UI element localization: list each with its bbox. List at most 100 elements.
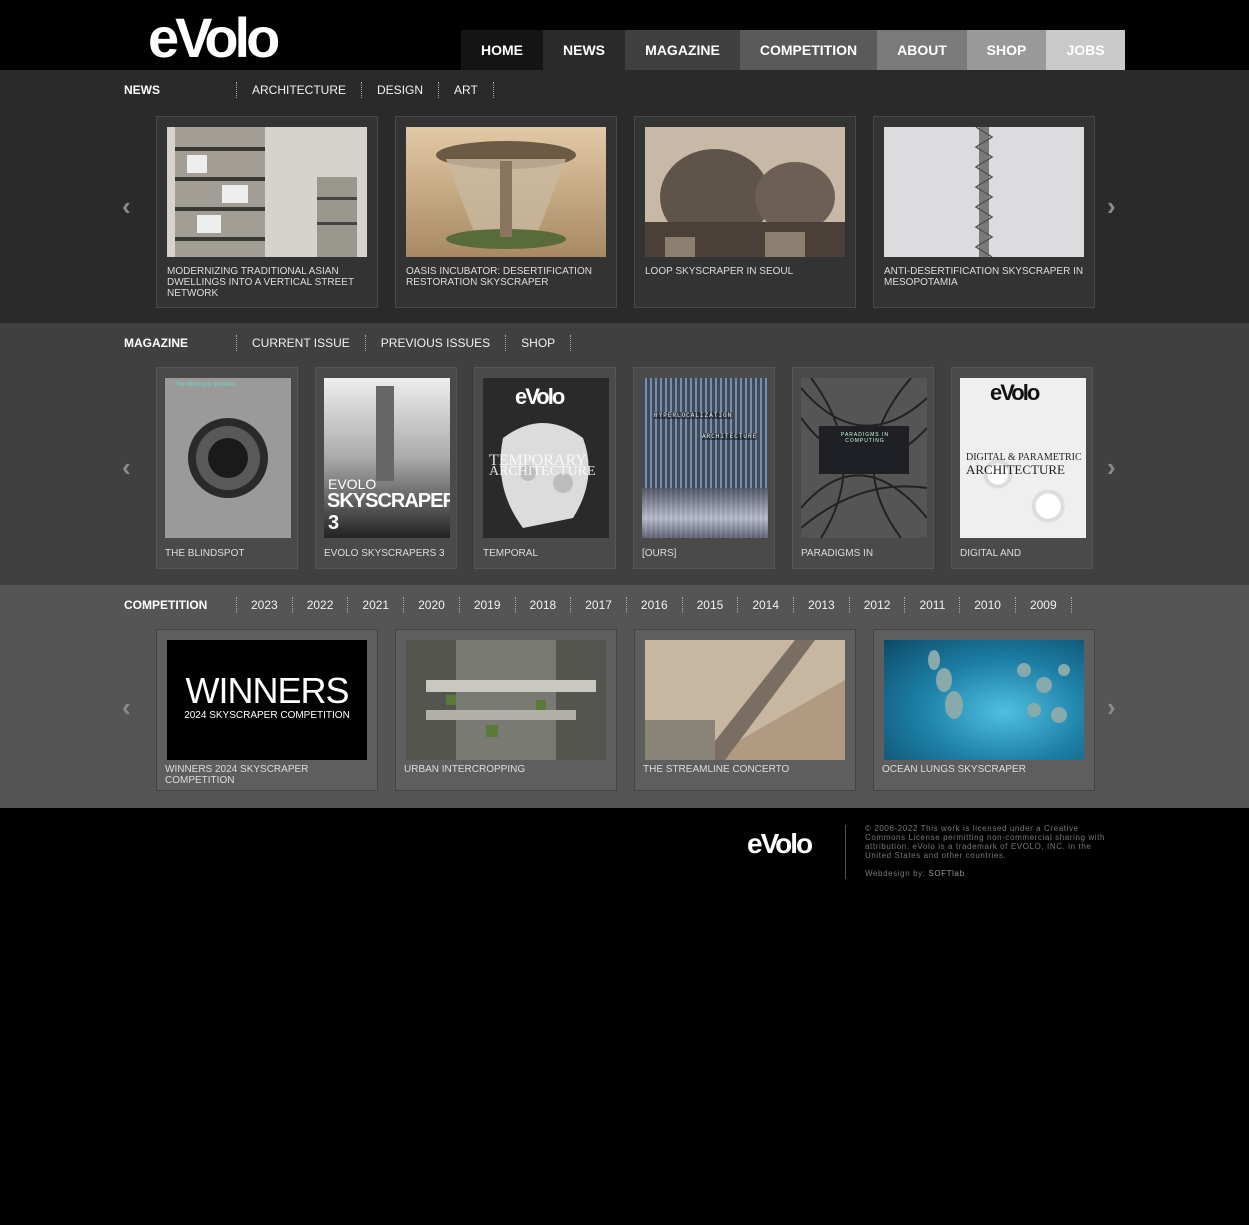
- cover-ours-t2: ARCHITECTURE: [702, 433, 758, 440]
- footer-divider: [845, 825, 846, 879]
- magazine-title[interactable]: MAGAZINE: [124, 336, 236, 350]
- news-next-arrow-icon[interactable]: ›: [1107, 193, 1116, 219]
- year-2020[interactable]: 2020: [404, 597, 460, 613]
- news-card[interactable]: ANTI-DESERTIFICATION SKYSCRAPER IN MESOP…: [873, 116, 1095, 308]
- news-image-dwellings: [167, 127, 367, 257]
- news-card[interactable]: LOOP SKYSCRAPER IN SEOUL: [634, 116, 856, 308]
- footer-credit-label: Webdesign by:: [865, 869, 926, 878]
- cover-skyscrapers-3: EVOLO SKYSCRAPERS 3: [324, 378, 450, 538]
- news-image-oasis: [406, 127, 606, 257]
- news-caption[interactable]: ANTI-DESERTIFICATION SKYSCRAPER IN MESOP…: [884, 266, 1089, 288]
- year-2017[interactable]: 2017: [571, 597, 627, 613]
- magazine-next-arrow-icon[interactable]: ›: [1107, 454, 1116, 480]
- magazine-caption[interactable]: DIGITAL AND: [960, 548, 1090, 559]
- magazine-card[interactable]: HYPERLOCALIZATION ARCHITECTURE [OURS]: [633, 367, 775, 569]
- footer-license: © 2006-2022 This work is licensed under …: [865, 824, 1106, 860]
- nav-about[interactable]: ABOUT: [877, 30, 967, 70]
- competition-card[interactable]: URBAN INTERCROPPING: [395, 629, 617, 791]
- year-2011[interactable]: 2011: [905, 597, 961, 613]
- magazine-card[interactable]: eVolo DIGITAL & PARAMETRIC ARCHITECTURE …: [951, 367, 1093, 569]
- competition-caption[interactable]: URBAN INTERCROPPING: [404, 764, 609, 775]
- competition-next-arrow-icon[interactable]: ›: [1107, 694, 1116, 720]
- magazine-subnav-current-issue[interactable]: CURRENT ISSUE: [237, 335, 366, 351]
- year-2015[interactable]: 2015: [683, 597, 739, 613]
- magazine-caption[interactable]: [OURS]: [642, 548, 772, 559]
- news-section: NEWS ARCHITECTURE DESIGN ART ‹ › MODERNI…: [0, 70, 1249, 323]
- footer-logo[interactable]: eVolo: [747, 828, 813, 860]
- magazine-caption[interactable]: THE BLINDSPOT: [165, 548, 295, 559]
- competition-title[interactable]: COMPETITION: [124, 598, 236, 612]
- nav-news[interactable]: NEWS: [543, 30, 625, 70]
- footer-credit: Webdesign by: SOFTlab: [865, 869, 965, 878]
- cover-sky-num: 3: [328, 512, 340, 534]
- year-2010[interactable]: 2010: [960, 597, 1016, 613]
- winners-banner: WINNERS 2024 SKYSCRAPER COMPETITION: [167, 640, 367, 760]
- cover-digital: eVolo DIGITAL & PARAMETRIC ARCHITECTURE: [960, 378, 1086, 538]
- winners-big-text: WINNERS: [185, 670, 350, 711]
- competition-section: COMPETITION 2023 2022 2021 2020 2019 201…: [0, 585, 1249, 808]
- competition-card[interactable]: WINNERS 2024 SKYSCRAPER COMPETITION WINN…: [156, 629, 378, 791]
- cover-blindspot: The Blindspot Initiative: [165, 378, 291, 538]
- year-2021[interactable]: 2021: [348, 597, 405, 613]
- nav-jobs[interactable]: JOBS: [1046, 30, 1125, 70]
- competition-years-nav: 2023 2022 2021 2020 2019 2018 2017 2016 …: [236, 597, 1072, 613]
- magazine-subnav-previous-issues[interactable]: PREVIOUS ISSUES: [366, 335, 507, 351]
- year-2023[interactable]: 2023: [237, 597, 293, 613]
- year-2018[interactable]: 2018: [516, 597, 572, 613]
- year-2016[interactable]: 2016: [627, 597, 683, 613]
- news-subnav-design[interactable]: DESIGN: [362, 82, 440, 98]
- news-image-anti-desertification: [884, 127, 1084, 257]
- year-2019[interactable]: 2019: [460, 597, 516, 613]
- news-title[interactable]: NEWS: [124, 83, 236, 97]
- magazine-card[interactable]: The Blindspot Initiative THE BLINDSPOT: [156, 367, 298, 569]
- year-2014[interactable]: 2014: [738, 597, 795, 613]
- evolo-logo[interactable]: eVolo: [148, 8, 280, 68]
- news-image-loop: [645, 127, 845, 257]
- main-nav: HOME NEWS MAGAZINE COMPETITION ABOUT SHO…: [461, 30, 1125, 70]
- competition-card[interactable]: OCEAN LUNGS SKYSCRAPER: [873, 629, 1095, 791]
- year-2022[interactable]: 2022: [293, 597, 349, 613]
- winners-small-text: 2024 SKYSCRAPER COMPETITION: [184, 710, 350, 721]
- magazine-caption[interactable]: PARADIGMS IN: [801, 548, 931, 559]
- nav-home[interactable]: HOME: [461, 30, 543, 70]
- footer-credit-link[interactable]: SOFTlab: [928, 869, 964, 878]
- year-2009[interactable]: 2009: [1016, 597, 1072, 613]
- year-2012[interactable]: 2012: [850, 597, 906, 613]
- cover-ours: HYPERLOCALIZATION ARCHITECTURE: [642, 378, 768, 538]
- magazine-section: MAGAZINE CURRENT ISSUE PREVIOUS ISSUES S…: [0, 323, 1249, 585]
- news-subnav-architecture[interactable]: ARCHITECTURE: [237, 82, 363, 98]
- news-caption[interactable]: OASIS INCUBATOR: DESERTIFICATION RESTORA…: [406, 266, 611, 288]
- competition-header: COMPETITION 2023 2022 2021 2020 2019 201…: [124, 595, 1072, 615]
- news-caption[interactable]: LOOP SKYSCRAPER IN SEOUL: [645, 266, 850, 277]
- magazine-subnav-shop[interactable]: SHOP: [506, 335, 572, 351]
- competition-prev-arrow-icon[interactable]: ‹: [122, 694, 131, 720]
- year-2013[interactable]: 2013: [794, 597, 850, 613]
- nav-magazine[interactable]: MAGAZINE: [625, 30, 740, 70]
- nav-shop[interactable]: SHOP: [967, 30, 1046, 70]
- cover-temporal: eVolo TEMPORARY ARCHITECTURE: [483, 378, 609, 538]
- nav-competition[interactable]: COMPETITION: [740, 30, 877, 70]
- news-subnav-art[interactable]: ART: [439, 82, 494, 98]
- magazine-prev-arrow-icon[interactable]: ‹: [122, 454, 131, 480]
- cover-paradigms: PARADIGMS IN COMPUTING: [801, 378, 927, 538]
- competition-caption[interactable]: OCEAN LUNGS SKYSCRAPER: [882, 764, 1087, 775]
- magazine-header: MAGAZINE CURRENT ISSUE PREVIOUS ISSUES S…: [124, 333, 572, 353]
- magazine-card[interactable]: eVolo TEMPORARY ARCHITECTURE TEMPORAL: [474, 367, 616, 569]
- magazine-card[interactable]: EVOLO SKYSCRAPERS 3 EVOLO SKYSCRAPERS 3: [315, 367, 457, 569]
- news-subnav: ARCHITECTURE DESIGN ART: [236, 82, 494, 98]
- competition-caption[interactable]: WINNERS 2024 SKYSCRAPER COMPETITION: [165, 764, 370, 786]
- cover-sky-main: SKYSCRAPERS: [327, 490, 450, 512]
- competition-caption[interactable]: THE STREAMLINE CONCERTO: [643, 764, 848, 775]
- cover-paradigms-title: PARADIGMS IN COMPUTING: [840, 432, 890, 444]
- competition-card[interactable]: THE STREAMLINE CONCERTO: [634, 629, 856, 791]
- site-header: eVolo HOME NEWS MAGAZINE COMPETITION ABO…: [0, 0, 1249, 70]
- news-card[interactable]: MODERNIZING TRADITIONAL ASIAN DWELLINGS …: [156, 116, 378, 308]
- magazine-caption[interactable]: TEMPORAL: [483, 548, 613, 559]
- magazine-card[interactable]: PARADIGMS IN COMPUTING PARADIGMS IN: [792, 367, 934, 569]
- magazine-caption[interactable]: EVOLO SKYSCRAPERS 3: [324, 548, 454, 559]
- magazine-subnav: CURRENT ISSUE PREVIOUS ISSUES SHOP: [236, 335, 572, 351]
- news-header: NEWS ARCHITECTURE DESIGN ART: [124, 80, 494, 100]
- news-card[interactable]: OASIS INCUBATOR: DESERTIFICATION RESTORA…: [395, 116, 617, 308]
- news-prev-arrow-icon[interactable]: ‹: [122, 193, 131, 219]
- news-caption[interactable]: MODERNIZING TRADITIONAL ASIAN DWELLINGS …: [167, 266, 372, 299]
